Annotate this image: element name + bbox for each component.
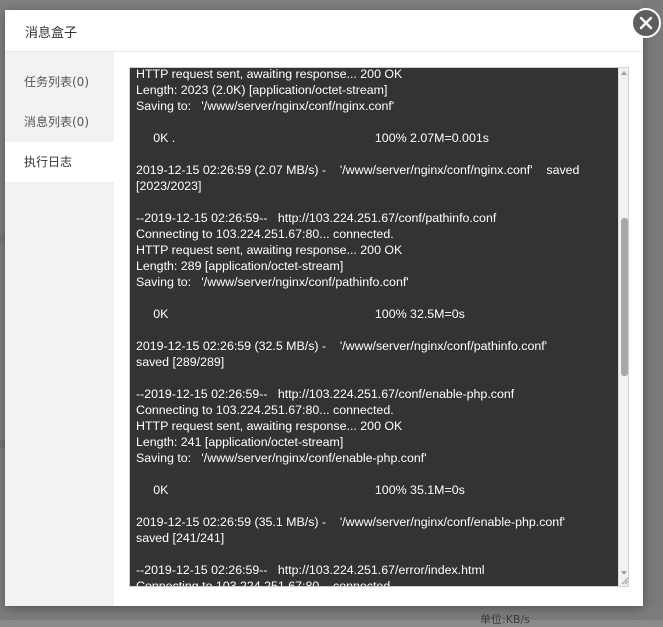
log-line: Length: 289 [application/octet-stream] <box>136 259 344 273</box>
execution-log-textarea[interactable]: HTTP request sent, awaiting response... … <box>129 67 629 587</box>
log-line: --2019-12-15 02:26:59-- http://103.224.2… <box>136 211 497 225</box>
sidebar-item-task-list[interactable]: 任务列表(0) <box>5 62 114 102</box>
log-line: HTTP request sent, awaiting response... … <box>136 67 403 81</box>
log-line: Connecting to 103.224.251.67:80... conne… <box>136 227 394 241</box>
background-unit-label: 单位:KB/s <box>480 613 530 626</box>
background-footer <box>0 606 663 620</box>
log-line: 0K 100% 32.5M=0s <box>136 307 465 321</box>
close-button[interactable] <box>631 8 661 38</box>
log-line: Length: 2023 (2.0K) [application/octet-s… <box>136 83 388 97</box>
log-line: 2019-12-15 02:26:59 (32.5 MB/s) - '/www/… <box>136 339 548 353</box>
log-line: --2019-12-15 02:26:59-- http://103.224.2… <box>136 563 485 577</box>
sidebar-item-execution-log[interactable]: 执行日志 <box>5 142 114 182</box>
close-icon <box>639 16 653 30</box>
sidebar-item-message-list[interactable]: 消息列表(0) <box>5 102 114 142</box>
log-line: saved [241/241] <box>136 531 225 545</box>
scroll-thumb[interactable] <box>621 218 628 376</box>
log-line: Connecting to 103.224.251.67:80... conne… <box>136 403 394 417</box>
message-box-modal: 消息盒子 任务列表(0) 消息列表(0) 执行日志 HTTP request s… <box>5 8 661 606</box>
modal-header: 消息盒子 <box>5 10 643 52</box>
log-line: HTTP request sent, awaiting response... … <box>136 419 403 433</box>
log-content: HTTP request sent, awaiting response... … <box>136 67 611 587</box>
log-line: Length: 241 [application/octet-stream] <box>136 435 344 449</box>
modal-title: 消息盒子 <box>25 26 78 41</box>
log-line: 2019-12-15 02:26:59 (2.07 MB/s) - '/www/… <box>136 163 580 177</box>
modal-sidebar: 任务列表(0) 消息列表(0) 执行日志 <box>5 52 114 606</box>
log-line: [2023/2023] <box>136 179 202 193</box>
log-line: 0K 100% 35.1M=0s <box>136 483 465 497</box>
log-line: saved [289/289] <box>136 355 225 369</box>
log-line: Saving to: '/www/server/nginx/conf/nginx… <box>136 99 395 113</box>
scroll-down-icon[interactable] <box>621 571 627 575</box>
background-panel <box>643 0 663 620</box>
log-line: 2019-12-15 02:26:59 (35.1 MB/s) - '/www/… <box>136 515 565 529</box>
log-line: 0K . 100% 2.07M=0.001s <box>136 131 489 145</box>
log-scrollbar[interactable] <box>618 68 628 586</box>
log-line: HTTP request sent, awaiting response... … <box>136 243 403 257</box>
resize-grip-icon[interactable] <box>621 577 629 585</box>
log-line: Saving to: '/www/server/nginx/conf/pathi… <box>136 275 409 289</box>
scroll-up-icon[interactable] <box>621 71 627 75</box>
log-line: --2019-12-15 02:26:59-- http://103.224.2… <box>136 387 515 401</box>
log-line: Saving to: '/www/server/nginx/conf/enabl… <box>136 451 427 465</box>
log-line: Connecting to 103.224.251.67:80... conne… <box>136 579 394 587</box>
